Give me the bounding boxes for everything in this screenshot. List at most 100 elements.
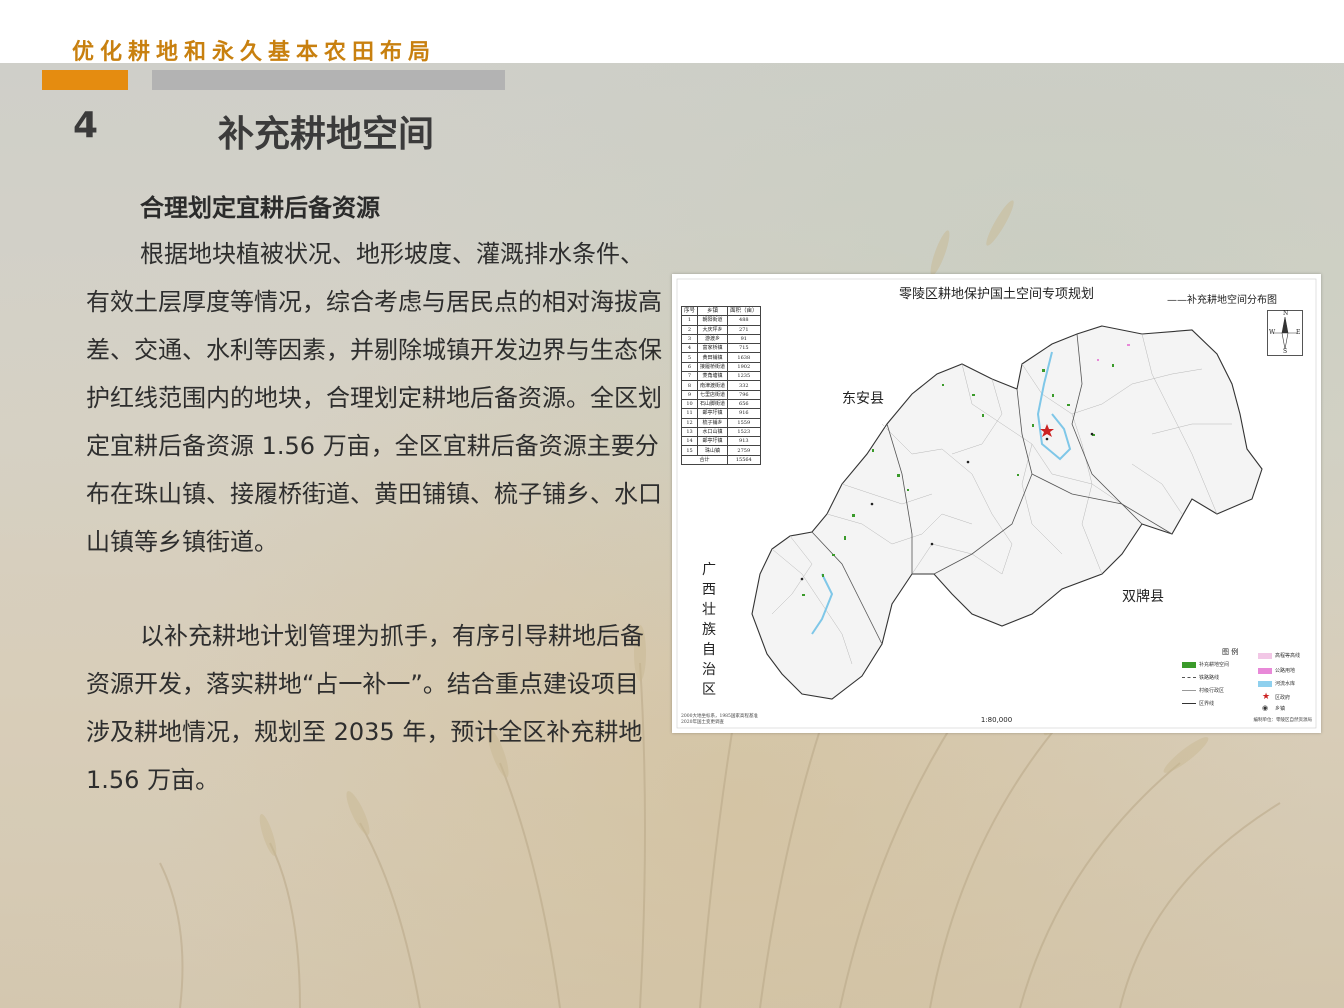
- map-scale: 1:80,000: [980, 716, 1013, 724]
- table-cell: 1638: [727, 352, 761, 363]
- table-cell: 邮亭圩镇: [697, 436, 729, 447]
- table-cell: 2: [680, 324, 699, 335]
- legend-label: 高程等高线: [1275, 653, 1301, 659]
- table-cell: 1235: [727, 371, 761, 382]
- table-cell: 游渡乡: [697, 333, 729, 345]
- table-cell: 271: [727, 324, 761, 335]
- section-number: 4: [73, 105, 99, 146]
- table-row: 2 大庆坪乡 271: [680, 324, 761, 335]
- legend-item: 公路用地: [1258, 667, 1295, 674]
- compass-w: W: [1269, 329, 1276, 336]
- table-cell: 4: [680, 343, 699, 354]
- label-shuangpai-county: 双牌县: [1122, 589, 1164, 605]
- compass-n: N: [1283, 310, 1289, 317]
- legend-item: ◉ 乡镇: [1262, 704, 1285, 712]
- map-subtitle: ——补充耕地空间分布图: [1167, 295, 1277, 306]
- table-cell: 黄田铺镇: [697, 352, 729, 363]
- table-row: 7 菱角塘镇 1235: [680, 371, 761, 382]
- table-header-row: 序号 乡镇 面积（亩）: [680, 305, 761, 317]
- table-cell: 913: [727, 436, 761, 447]
- legend-label: 补充耕地空间: [1199, 662, 1230, 668]
- table-total-value: 15564: [727, 454, 761, 466]
- legend-item: 高程等高线: [1258, 652, 1300, 659]
- table-cell: 邮亭圩镇: [697, 408, 729, 419]
- table-cell: 796: [727, 389, 761, 400]
- table-cell: 接履桥街道: [697, 361, 729, 373]
- table-cell: 1523: [727, 426, 761, 438]
- table-cell: 七里店街道: [697, 389, 729, 400]
- table-header: 乡镇: [697, 305, 729, 317]
- table-cell: 梳子铺乡: [697, 417, 729, 428]
- table-cell: 6: [680, 361, 699, 373]
- legend-swatch: [1182, 690, 1196, 691]
- table-row: 15 珠山镇 2759: [680, 445, 761, 456]
- compass-e: E: [1296, 329, 1301, 336]
- table-cell: 7: [680, 371, 699, 382]
- table-cell: 石山脚街道: [697, 398, 729, 410]
- table-header: 序号: [680, 305, 699, 317]
- table-cell: 3: [680, 333, 699, 345]
- legend-swatch: [1258, 667, 1272, 674]
- table-row: 4 富家桥镇 715: [680, 343, 761, 354]
- table-cell: 14: [680, 436, 699, 447]
- legend-item: 补充耕地空间: [1182, 661, 1229, 668]
- subheading: 合理划定宜耕后备资源: [140, 194, 380, 222]
- table-row: 6 接履桥街道 1902: [680, 361, 761, 373]
- table-cell: 13: [680, 426, 699, 438]
- label-dongan-county: 东安县: [842, 391, 884, 407]
- table-cell: 南津渡街道: [697, 380, 729, 391]
- legend-item: 村级行政区: [1182, 687, 1224, 694]
- legend-label: 公路用地: [1275, 668, 1296, 674]
- legend-label: 铁路路线: [1199, 675, 1220, 681]
- table-cell: 15: [680, 445, 699, 456]
- table-cell: 珠山镇: [697, 445, 729, 456]
- legend-swatch: [1258, 680, 1272, 687]
- table-row: 1 朝阳街道 488: [680, 315, 761, 326]
- table-row: 5 黄田铺镇 1638: [680, 352, 761, 363]
- table-cell: 大庆坪乡: [697, 324, 729, 335]
- section-title: 补充耕地空间: [218, 114, 435, 155]
- legend-swatch: [1182, 661, 1196, 668]
- paragraph-1: 根据地块植被状况、地形坡度、灌溉排水条件、有效土层厚度等情况，综合考虑与居民点的…: [86, 240, 662, 556]
- table-cell: 水口山镇: [697, 426, 729, 438]
- paragraph-2: 以补充耕地计划管理为抓手，有序引导耕地后备资源开发，落实耕地“占一补一”。结合重…: [86, 622, 644, 794]
- table-row: 8 南津渡街道 332: [680, 380, 761, 391]
- table-total-label: 合计: [680, 454, 729, 466]
- table-cell: 9: [680, 389, 699, 400]
- top-header-bar: 优化耕地和永久基本农田布局: [0, 0, 1344, 65]
- table-cell: 菱角塘镇: [697, 371, 729, 382]
- legend-label: 河流水库: [1275, 681, 1296, 687]
- town-marker-icon: ◉: [1262, 704, 1269, 712]
- area-table: 序号 乡镇 面积（亩） 1 朝阳街道 488 2 大庆坪乡 271 3 游渡乡 91 4 富家…: [680, 305, 761, 466]
- table-cell: 91: [727, 333, 761, 345]
- legend-label: 区政府: [1275, 694, 1291, 701]
- map-note-right: 编制单位：零陵区自然资源局: [1253, 718, 1313, 723]
- compass-s: S: [1283, 348, 1288, 355]
- legend-label: 村级行政区: [1199, 688, 1225, 694]
- table-cell: 12: [680, 417, 699, 428]
- table-cell: 5: [680, 352, 699, 363]
- legend-label: 区界线: [1199, 701, 1215, 707]
- table-row: 14 邮亭圩镇 913: [680, 436, 761, 447]
- accent-bar-orange: [42, 70, 128, 90]
- table-row: 12 梳子铺乡 1559: [680, 417, 761, 428]
- table-row: 13 水口山镇 1523: [680, 426, 761, 438]
- table-cell: 715: [727, 343, 761, 354]
- table-cell: 富家桥镇: [697, 343, 729, 354]
- star-icon: ★: [1262, 692, 1271, 702]
- map-figure: 零陵区耕地保护国土空间专项规划 ——补充耕地空间分布图 序号 乡镇 面积（亩） …: [672, 274, 1321, 733]
- district-boundary: [751, 325, 1263, 700]
- label-guangxi: 广西壮族自治区: [702, 562, 716, 698]
- table-row: 3 游渡乡 91: [680, 333, 761, 345]
- table-row: 10 石山脚街道 656: [680, 398, 761, 410]
- table-cell: 8: [680, 380, 699, 391]
- table-cell: 10: [680, 398, 699, 410]
- table-cell: 656: [727, 398, 761, 410]
- table-cell: 2759: [727, 445, 761, 456]
- header-title: 优化耕地和永久基本农田布局: [72, 40, 437, 65]
- table-cell: 朝阳街道: [697, 315, 729, 326]
- legend-label: 乡镇: [1275, 705, 1286, 712]
- legend-title: 图 例: [1222, 648, 1239, 656]
- legend-item: ★ 区政府: [1262, 692, 1290, 702]
- legend-swatch: [1182, 703, 1196, 704]
